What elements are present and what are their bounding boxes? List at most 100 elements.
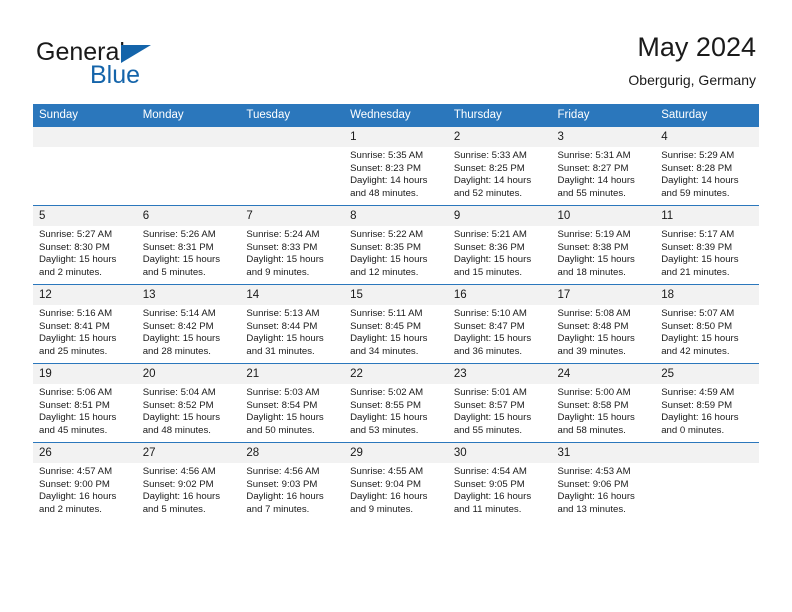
day-daylight1-text: Daylight: 15 hours <box>661 333 739 345</box>
day-daylight2-text: and 42 minutes. <box>661 345 730 357</box>
calendar-day-cell[interactable]: 11 Sunrise: 5:17 AM Sunset: 8:39 PM Dayligh… <box>655 205 759 285</box>
title-block: May 2024 Obergurig, Germany <box>628 30 756 90</box>
calendar-day-cell[interactable]: 23 Sunrise: 5:01 AM Sunset: 8:57 PM Dayligh… <box>447 363 552 443</box>
calendar-day-cell[interactable]: 26 Sunrise: 4:57 AM Sunset: 9:00 PM Dayligh… <box>33 442 137 521</box>
day-number: 27 <box>136 443 241 463</box>
day-sun-info: Sunrise: 4:56 AM Sunset: 9:02 PM Daylight:… <box>137 463 241 516</box>
day-sunrise-text: Sunrise: 5:24 AM <box>246 229 320 240</box>
calendar-day-cell[interactable]: 7 Sunrise: 5:24 AM Sunset: 8:33 PM Daylight… <box>240 205 345 285</box>
day-sun-info: Sunrise: 4:57 AM Sunset: 9:00 PM Daylight:… <box>33 463 137 516</box>
calendar-day-cell[interactable]: 3 Sunrise: 5:31 AM Sunset: 8:27 PM Daylight… <box>551 127 656 206</box>
day-sunrise-text: Sunrise: 4:56 AM <box>246 466 320 477</box>
calendar-day-cell[interactable]: 6 Sunrise: 5:26 AM Sunset: 8:31 PM Daylight… <box>136 205 241 285</box>
calendar-day-cell[interactable]: 12 Sunrise: 5:16 AM Sunset: 8:41 PM Dayligh… <box>33 284 137 364</box>
day-sunset-text: Sunset: 8:57 PM <box>453 399 525 411</box>
weekday-header-thursday: Thursday <box>447 104 552 127</box>
day-daylight1-text: Daylight: 16 hours <box>350 491 428 503</box>
day-sunrise-text: Sunrise: 5:01 AM <box>453 387 527 398</box>
day-daylight2-text: and 59 minutes. <box>661 187 730 199</box>
day-sun-info: Sunrise: 5:16 AM Sunset: 8:41 PM Daylight:… <box>33 305 137 358</box>
weekday-header-sunday: Sunday <box>33 104 137 127</box>
day-sunrise-text: Sunrise: 5:08 AM <box>557 308 631 319</box>
day-daylight1-text: Daylight: 15 hours <box>142 333 221 345</box>
calendar-day-cell[interactable]: 30 Sunrise: 4:54 AM Sunset: 9:05 PM Dayligh… <box>447 442 552 521</box>
day-daylight1-text: Daylight: 15 hours <box>350 412 428 424</box>
weekday-header-wednesday: Wednesday <box>344 104 448 127</box>
day-daylight1-text: Daylight: 14 hours <box>350 175 428 187</box>
calendar-day-cell[interactable]: 9 Sunrise: 5:21 AM Sunset: 8:36 PM Daylight… <box>447 205 552 285</box>
day-number <box>655 443 759 463</box>
day-daylight2-text: and 2 minutes. <box>39 266 102 278</box>
day-sun-info: Sunrise: 5:01 AM Sunset: 8:57 PM Daylight:… <box>448 384 552 437</box>
page-title: May 2024 <box>637 32 756 62</box>
day-daylight1-text: Daylight: 15 hours <box>661 254 739 266</box>
calendar-day-cell[interactable]: 10 Sunrise: 5:19 AM Sunset: 8:38 PM Dayligh… <box>551 205 656 285</box>
day-sun-info: Sunrise: 5:26 AM Sunset: 8:31 PM Daylight:… <box>137 226 241 279</box>
calendar-table: Sunday Monday Tuesday Wednesday Thursday… <box>33 104 759 521</box>
day-sunrise-text: Sunrise: 5:19 AM <box>557 229 631 240</box>
day-daylight2-text: and 48 minutes. <box>142 424 211 436</box>
calendar-day-cell[interactable]: 4 Sunrise: 5:29 AM Sunset: 8:28 PM Daylight… <box>655 127 759 206</box>
day-sun-info: Sunrise: 5:35 AM Sunset: 8:23 PM Daylight:… <box>344 147 448 200</box>
calendar-day-cell[interactable]: 29 Sunrise: 4:55 AM Sunset: 9:04 PM Dayligh… <box>344 442 448 521</box>
day-sunset-text: Sunset: 8:58 PM <box>557 399 629 411</box>
day-sun-info: Sunrise: 5:07 AM Sunset: 8:50 PM Daylight:… <box>655 305 759 358</box>
day-number: 28 <box>240 443 345 463</box>
calendar-day-cell[interactable]: 20 Sunrise: 5:04 AM Sunset: 8:52 PM Dayligh… <box>136 363 241 443</box>
brand-name-blue: Blue <box>90 61 141 89</box>
calendar-day-cell[interactable]: 14 Sunrise: 5:13 AM Sunset: 8:44 PM Dayligh… <box>240 284 345 364</box>
calendar-day-cell[interactable]: 17 Sunrise: 5:08 AM Sunset: 8:48 PM Dayligh… <box>551 284 656 364</box>
day-daylight1-text: Daylight: 16 hours <box>142 491 221 503</box>
calendar-day-cell[interactable]: 1 Sunrise: 5:35 AM Sunset: 8:23 PM Daylight… <box>344 127 448 206</box>
calendar-day-cell[interactable]: 8 Sunrise: 5:22 AM Sunset: 8:35 PM Daylight… <box>344 205 448 285</box>
day-sun-info: Sunrise: 5:22 AM Sunset: 8:35 PM Daylight:… <box>344 226 448 279</box>
day-daylight2-text: and 55 minutes. <box>453 424 523 436</box>
calendar-day-cell[interactable]: 21 Sunrise: 5:03 AM Sunset: 8:54 PM Dayligh… <box>240 363 345 443</box>
day-daylight2-text: and 39 minutes. <box>557 345 626 357</box>
calendar-day-cell[interactable]: 2 Sunrise: 5:33 AM Sunset: 8:25 PM Daylight… <box>447 127 552 206</box>
calendar-day-cell[interactable]: 16 Sunrise: 5:10 AM Sunset: 8:47 PM Dayligh… <box>447 284 552 364</box>
calendar-week-row: 19 Sunrise: 5:06 AM Sunset: 8:51 PM Dayligh… <box>33 363 759 443</box>
calendar-day-cell[interactable]: 5 Sunrise: 5:27 AM Sunset: 8:30 PM Daylight… <box>33 205 137 285</box>
calendar-day-cell[interactable]: 31 Sunrise: 4:53 AM Sunset: 9:06 PM Dayligh… <box>551 442 656 521</box>
calendar-day-cell[interactable]: 19 Sunrise: 5:06 AM Sunset: 8:51 PM Dayligh… <box>33 363 137 443</box>
calendar-day-cell[interactable]: 15 Sunrise: 5:11 AM Sunset: 8:45 PM Dayligh… <box>344 284 448 364</box>
day-sun-info: Sunrise: 5:31 AM Sunset: 8:27 PM Daylight:… <box>552 147 656 200</box>
day-sunset-text: Sunset: 9:02 PM <box>142 478 214 490</box>
day-sunset-text: Sunset: 8:36 PM <box>453 241 525 253</box>
day-sunset-text: Sunset: 9:03 PM <box>246 478 318 490</box>
day-sun-info: Sunrise: 5:00 AM Sunset: 8:58 PM Daylight:… <box>552 384 656 437</box>
day-sun-info: Sunrise: 5:19 AM Sunset: 8:38 PM Daylight:… <box>552 226 656 279</box>
day-sunrise-text: Sunrise: 4:57 AM <box>39 466 113 477</box>
day-daylight2-text: and 52 minutes. <box>453 187 523 199</box>
day-sunrise-text: Sunrise: 5:11 AM <box>350 308 423 319</box>
calendar-day-cell[interactable]: 27 Sunrise: 4:56 AM Sunset: 9:02 PM Dayligh… <box>136 442 241 521</box>
day-daylight1-text: Daylight: 14 hours <box>557 175 635 187</box>
day-sunrise-text: Sunrise: 5:00 AM <box>557 387 631 398</box>
day-number: 1 <box>344 127 448 147</box>
calendar-day-cell[interactable]: 22 Sunrise: 5:02 AM Sunset: 8:55 PM Dayligh… <box>344 363 448 443</box>
day-sun-info: Sunrise: 5:02 AM Sunset: 8:55 PM Daylight:… <box>344 384 448 437</box>
calendar-day-cell[interactable]: 13 Sunrise: 5:14 AM Sunset: 8:42 PM Dayligh… <box>136 284 241 364</box>
day-daylight2-text: and 5 minutes. <box>142 266 206 278</box>
calendar-head: Sunday Monday Tuesday Wednesday Thursday… <box>33 104 759 127</box>
day-daylight1-text: Daylight: 15 hours <box>39 254 117 266</box>
day-sunrise-text: Sunrise: 4:55 AM <box>350 466 424 477</box>
calendar-day-cell[interactable]: 25 Sunrise: 4:59 AM Sunset: 8:59 PM Dayligh… <box>655 363 759 443</box>
day-daylight2-text: and 5 minutes. <box>142 503 206 515</box>
day-sunset-text: Sunset: 8:27 PM <box>557 162 629 174</box>
day-sunrise-text: Sunrise: 5:14 AM <box>142 308 216 319</box>
calendar-day-cell[interactable]: 24 Sunrise: 5:00 AM Sunset: 8:58 PM Dayligh… <box>551 363 656 443</box>
calendar-cell-empty <box>136 127 241 206</box>
day-daylight2-text: and 31 minutes. <box>246 345 315 357</box>
day-number: 20 <box>136 364 241 384</box>
day-daylight2-text: and 13 minutes. <box>557 503 626 515</box>
calendar-day-cell[interactable]: 18 Sunrise: 5:07 AM Sunset: 8:50 PM Dayligh… <box>655 284 759 364</box>
day-daylight1-text: Daylight: 15 hours <box>350 254 428 266</box>
calendar-day-cell[interactable]: 28 Sunrise: 4:56 AM Sunset: 9:03 PM Dayligh… <box>240 442 345 521</box>
brand-logo[interactable]: General Blue <box>36 38 236 89</box>
day-daylight2-text: and 28 minutes. <box>142 345 211 357</box>
day-sun-info: Sunrise: 4:56 AM Sunset: 9:03 PM Daylight:… <box>240 463 344 516</box>
day-number: 5 <box>33 206 137 226</box>
day-sunset-text: Sunset: 8:23 PM <box>350 162 422 174</box>
